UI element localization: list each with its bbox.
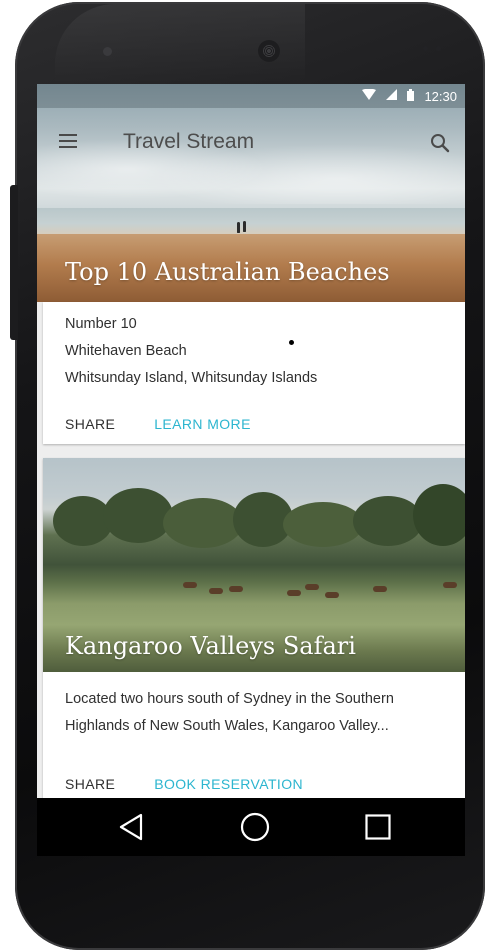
card-kangaroo-safari[interactable]: Kangaroo Valleys Safari Located two hour…	[43, 458, 465, 856]
proximity-sensors	[423, 46, 441, 51]
status-time: 12:30	[424, 88, 457, 104]
front-camera	[103, 47, 112, 56]
share-button[interactable]: SHARE	[65, 776, 115, 792]
earpiece-speaker	[258, 40, 280, 62]
search-icon[interactable]	[429, 132, 451, 154]
app-title: Travel Stream	[123, 130, 255, 153]
wifi-icon	[362, 88, 377, 103]
recents-icon[interactable]	[365, 814, 391, 845]
card-text-line: Whitehaven Beach	[65, 343, 187, 359]
card-text-line: Number 10	[65, 316, 137, 332]
home-icon[interactable]	[240, 812, 270, 847]
learn-more-button[interactable]: LEARN MORE	[154, 416, 251, 432]
touch-indicator-dot	[289, 340, 294, 345]
battery-icon	[407, 88, 415, 104]
app-bar: Travel Stream	[37, 108, 465, 172]
card-text-line: Highlands of New South Wales, Kangaroo V…	[65, 718, 389, 734]
status-bar: 12:30	[37, 84, 465, 108]
signal-icon	[386, 89, 398, 103]
person-figure	[237, 222, 240, 233]
person-figure	[243, 221, 246, 232]
back-icon[interactable]	[118, 813, 144, 846]
card-title: Top 10 Australian Beaches	[65, 258, 390, 286]
kangaroo-valley-image: Kangaroo Valleys Safari	[43, 458, 465, 672]
card-title: Kangaroo Valleys Safari	[65, 632, 356, 660]
card-text-line: Whitsunday Island, Whitsunday Islands	[65, 370, 318, 386]
share-button[interactable]: SHARE	[65, 416, 115, 432]
card-beaches[interactable]: Number 10 Whitehaven Beach Whitsunday Is…	[43, 302, 465, 444]
card-text-line: Located two hours south of Sydney in the…	[65, 691, 394, 707]
menu-icon[interactable]	[59, 134, 77, 148]
book-reservation-button[interactable]: BOOK RESERVATION	[154, 776, 303, 792]
navigation-bar	[37, 798, 465, 856]
screen: 12:30 Travel Stream Top 10 Australian Be…	[37, 84, 465, 856]
side-button	[10, 185, 18, 340]
